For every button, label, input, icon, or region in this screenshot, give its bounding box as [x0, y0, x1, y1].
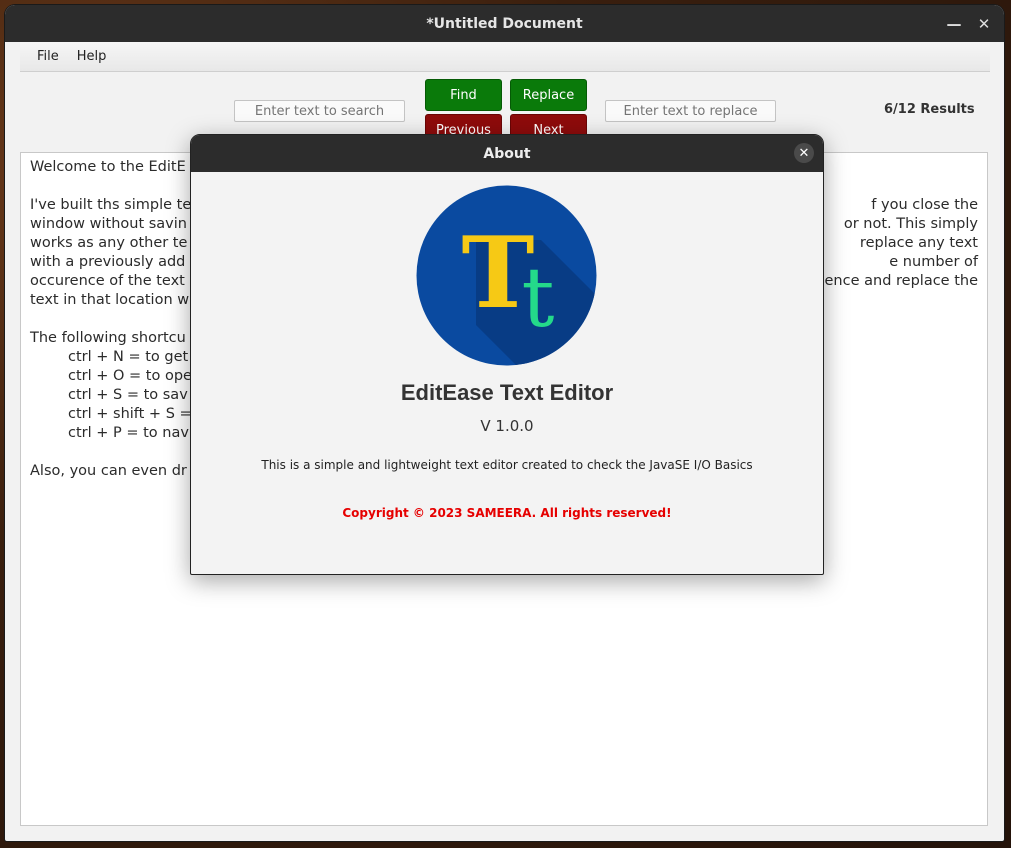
editor-line-tail: replace any text: [859, 235, 978, 251]
about-title: About: [483, 145, 531, 162]
editor-line-text: works as any other te: [30, 235, 188, 251]
editor-line-tail: f you close the: [871, 197, 978, 213]
app-version: V 1.0.0: [480, 417, 534, 435]
minimize-button[interactable]: —: [942, 12, 966, 36]
logo-small-t: t: [522, 251, 555, 346]
editor-line-text: ctrl + shift + S =: [68, 406, 192, 422]
title-bar[interactable]: *Untitled Document — ✕: [5, 5, 1004, 42]
editor-line-text: ctrl + S = to sav: [68, 387, 188, 403]
editor-line-text: ctrl + O = to ope: [68, 368, 192, 384]
editor-line-text: Welcome to the EditE: [30, 159, 186, 175]
editor-line-text: ctrl + N = to get: [68, 349, 189, 365]
copyright-notice: Copyright © 2023 SAMEERA. All rights res…: [342, 506, 672, 520]
window-title: *Untitled Document: [426, 15, 583, 32]
editor-line-text: with a previously add: [30, 254, 186, 270]
replace-button[interactable]: Replace: [510, 79, 587, 111]
search-input[interactable]: [234, 100, 405, 122]
menu-file[interactable]: File: [28, 49, 68, 64]
editor-line-tail: e number of: [889, 254, 978, 270]
editor-line-text: occurence of the text: [30, 273, 185, 289]
app-logo: T t: [416, 185, 597, 366]
about-title-bar[interactable]: About ✕: [191, 135, 823, 172]
results-count: 6/12 Results: [884, 102, 975, 117]
find-button[interactable]: Find: [425, 79, 502, 111]
editor-line-text: text in that location w: [30, 292, 190, 308]
about-close-button[interactable]: ✕: [794, 143, 814, 163]
editor-line-text: I've built ths simple te: [30, 197, 192, 213]
editor-line-text: window without savin: [30, 216, 187, 232]
editor-line-text: ctrl + P = to nav: [68, 425, 189, 441]
replace-input[interactable]: [605, 100, 776, 122]
menu-bar: File Help: [20, 42, 990, 72]
app-name: EditEase Text Editor: [400, 380, 614, 405]
editor-line-tail: ence and replace the: [824, 273, 978, 289]
editor-line-tail: or not. This simply: [843, 216, 978, 232]
about-dialog: About ✕ T t EditEase Text Editor V 1.0.0…: [190, 134, 824, 575]
close-button[interactable]: ✕: [972, 12, 996, 36]
app-description: This is a simple and lightweight text ed…: [261, 458, 753, 472]
editor-line-text: Also, you can even dr: [30, 463, 187, 479]
editor-line-text: The following shortcu: [30, 330, 186, 346]
window-controls: — ✕: [942, 5, 996, 42]
menu-help[interactable]: Help: [68, 49, 116, 64]
